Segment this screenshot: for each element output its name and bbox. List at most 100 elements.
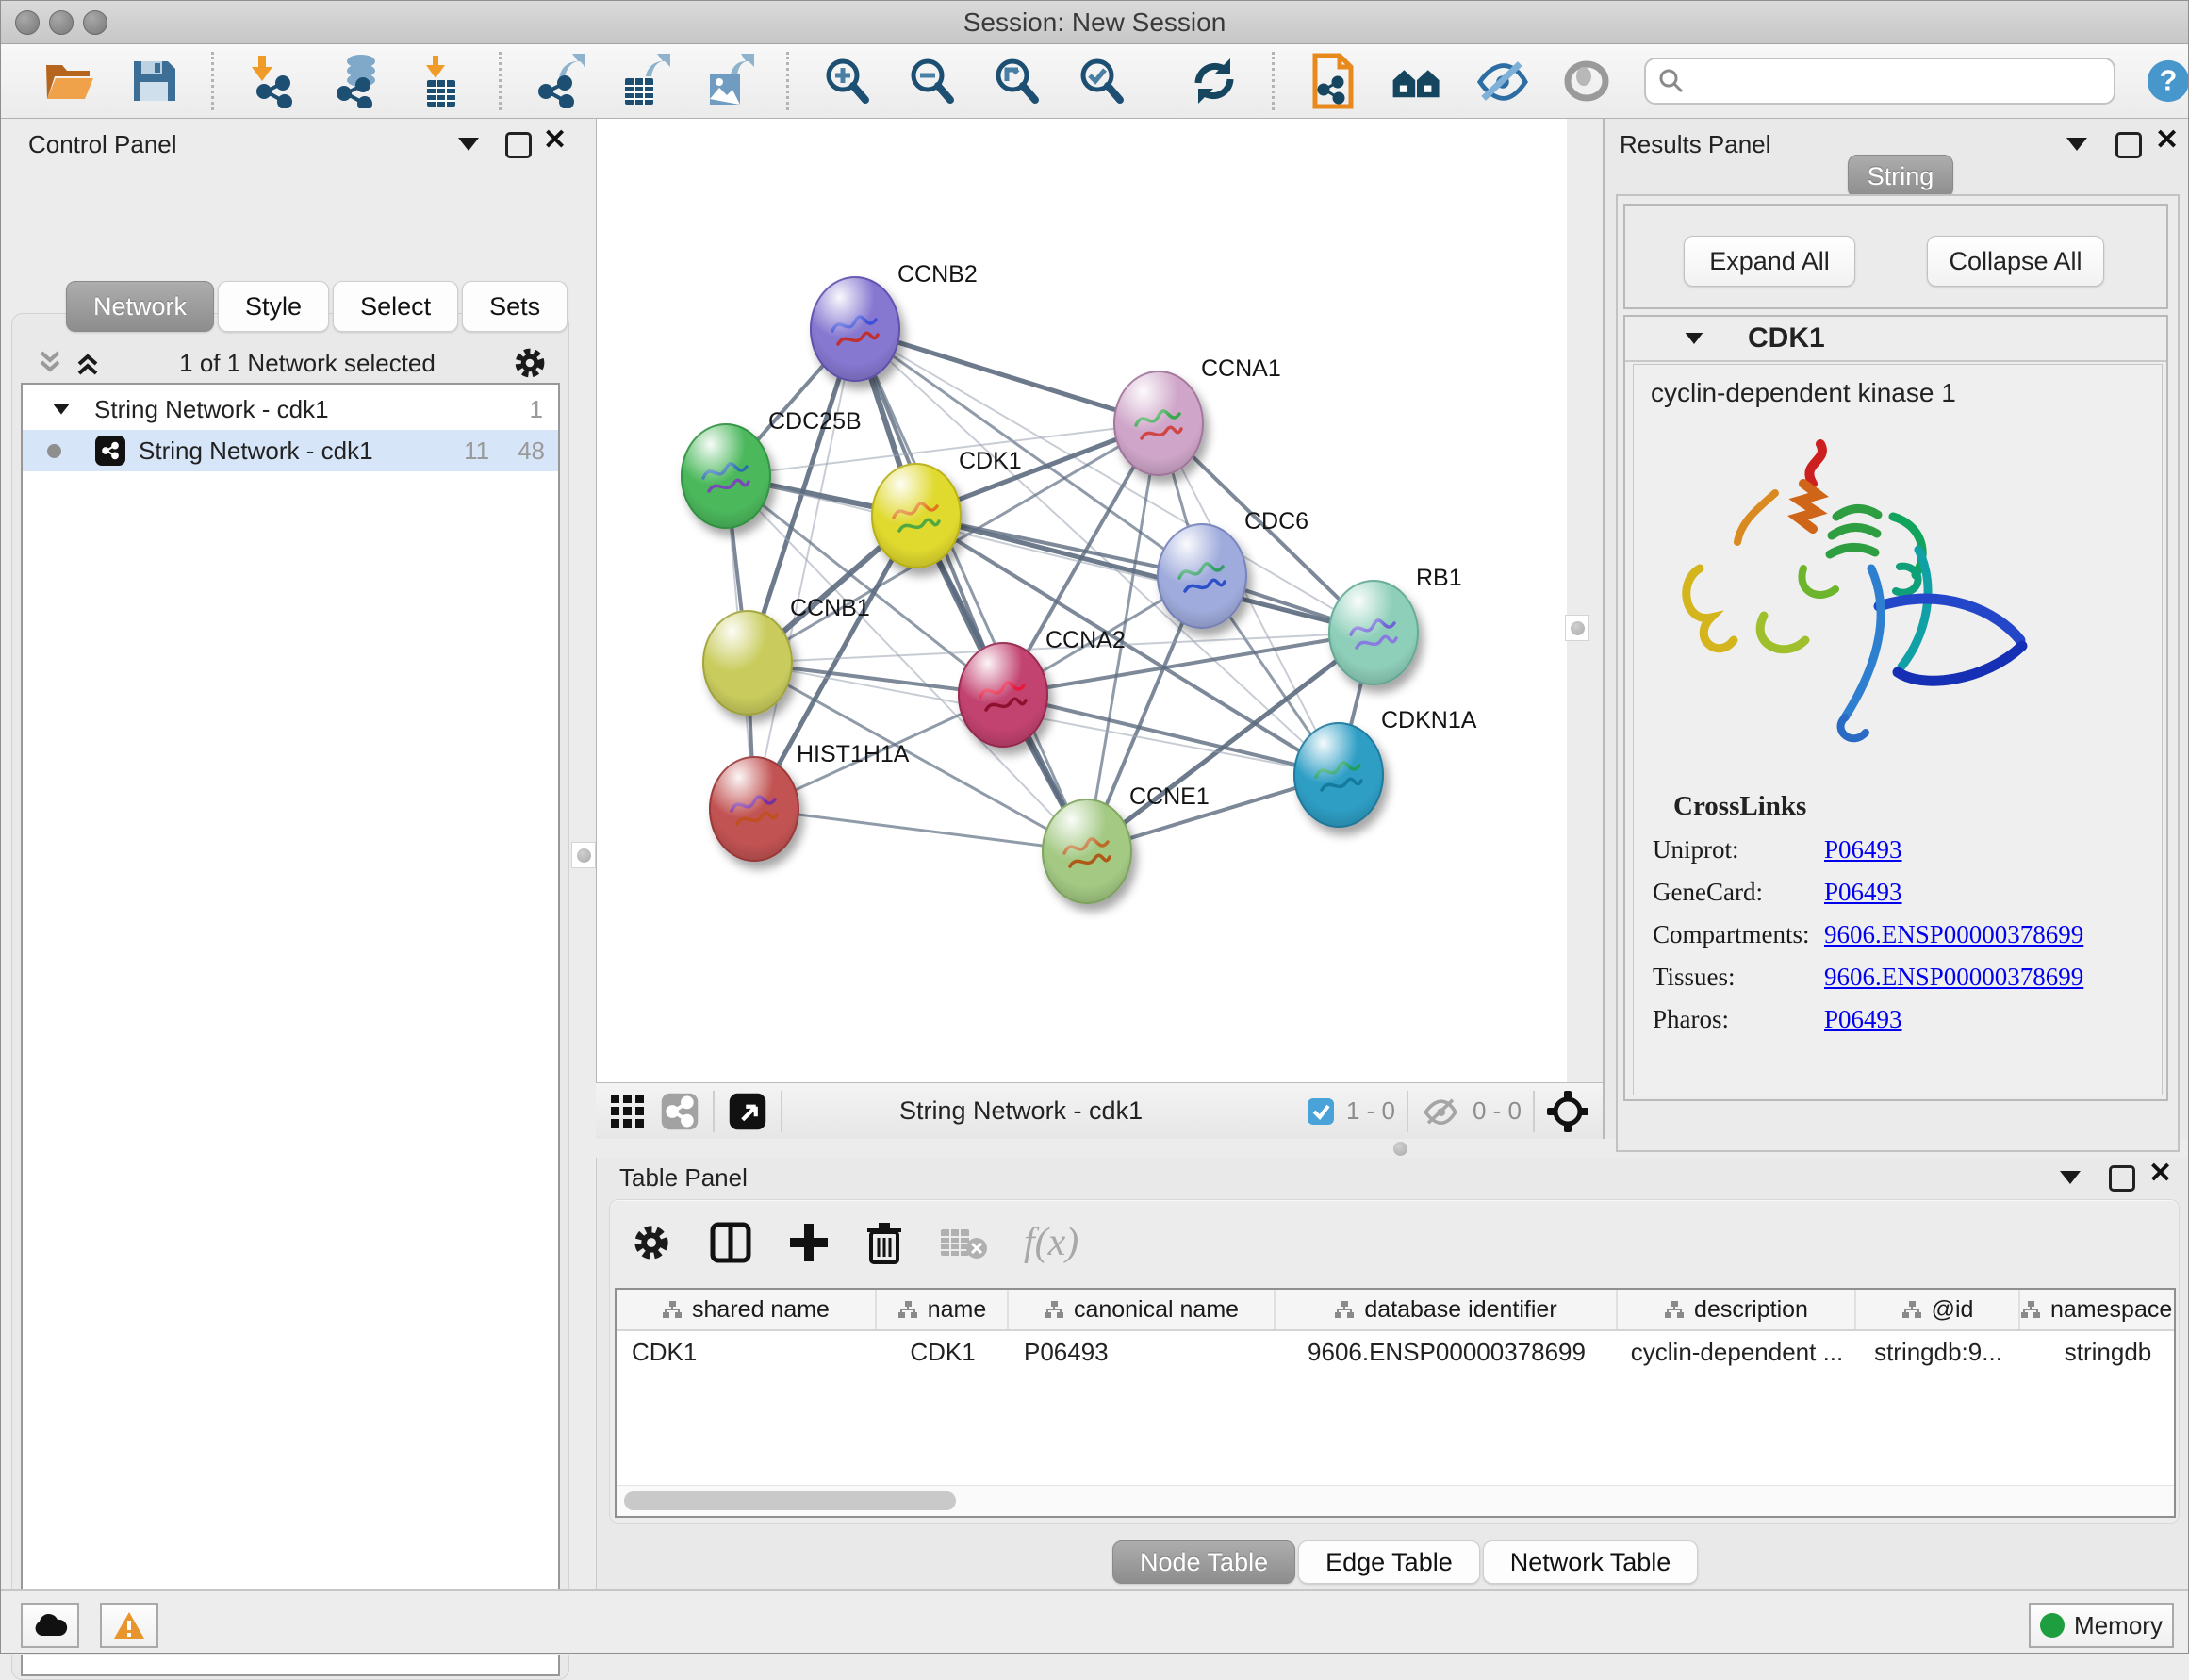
export-table-button[interactable] [617,53,671,109]
table-row[interactable]: CDK1CDK1P064939606.ENSP00000378699cyclin… [617,1331,2174,1373]
cdk1-collapse-icon[interactable] [1686,333,1703,344]
network-options-gear-icon[interactable] [511,344,549,382]
show-all-networks-button[interactable] [1390,53,1444,109]
collapse-all-chevron-icon[interactable] [34,349,66,377]
network-collection-row[interactable]: String Network - cdk1 1 [23,388,558,430]
control-panel-menu-icon[interactable] [458,138,479,151]
import-network-file-button[interactable] [244,53,299,109]
hidden-eye-icon[interactable] [1420,1095,1461,1128]
table-panel-float-icon[interactable] [2109,1165,2135,1192]
selected-checkbox-icon[interactable] [1307,1097,1335,1126]
import-table-file-button[interactable] [414,53,469,109]
table-cell[interactable]: CDK1 [617,1338,877,1367]
crosslink-link[interactable]: 9606.ENSP00000378699 [1824,920,2083,949]
apply-layout-button[interactable] [1187,53,1242,109]
collection-expand-icon[interactable] [53,404,70,414]
crosslink-link[interactable]: P06493 [1824,835,1902,865]
results-panel-menu-icon[interactable] [2066,138,2087,151]
string-app-button[interactable] [1305,53,1359,109]
node-HIST1H1A[interactable]: HIST1H1A [709,741,910,862]
column-header-description[interactable]: description [1618,1290,1856,1329]
edge-CCNB2-CCNA1[interactable] [855,329,1159,423]
help-button[interactable]: ? [2146,53,2189,109]
zoom-selected-button[interactable] [1074,53,1128,109]
left-splitter-handle[interactable] [571,842,596,868]
tab-edge-table[interactable]: Edge Table [1298,1540,1480,1584]
highlight-button[interactable] [1559,53,1614,109]
birdseye-view-icon[interactable] [728,1092,767,1131]
expand-all-chevron-icon[interactable] [72,349,104,377]
table-hscrollbar[interactable] [617,1485,2174,1516]
node-CCNB1[interactable]: CCNB1 [702,595,870,716]
node-CDKN1A[interactable]: CDKN1A [1293,707,1477,828]
delete-column-icon[interactable] [865,1221,903,1264]
tab-sets[interactable]: Sets [462,281,568,332]
import-network-database-button[interactable] [329,53,384,109]
column-header-name[interactable]: name [877,1290,1009,1329]
edge-HIST1H1A-CCNE1[interactable] [754,809,1087,851]
cloud-button[interactable] [21,1603,79,1648]
results-panel-float-icon[interactable] [2115,132,2142,158]
view-toolbar-separator [1533,1091,1535,1132]
memory-button[interactable]: Memory [2029,1603,2174,1648]
control-panel-close-icon[interactable]: ✕ [543,130,567,151]
tab-select[interactable]: Select [333,281,458,332]
add-column-icon[interactable] [788,1222,830,1263]
zoom-fit-button[interactable] [989,53,1044,109]
zoom-out-button[interactable] [904,53,959,109]
edge-CCNB2-CCNE1[interactable] [855,329,1087,851]
tab-node-table[interactable]: Node Table [1112,1540,1295,1584]
node-CCNE1[interactable]: CCNE1 [1042,783,1210,904]
tab-style[interactable]: Style [218,281,329,332]
show-columns-icon[interactable] [709,1221,752,1264]
node-table[interactable]: shared namenamecanonical namedatabase id… [615,1288,2176,1518]
table-cell[interactable]: P06493 [1009,1338,1276,1367]
search-input[interactable] [1686,67,2102,96]
column-header-canonical-name[interactable]: canonical name [1009,1290,1276,1329]
network-row[interactable]: String Network - cdk1 11 48 [23,430,558,471]
table-cell[interactable]: stringdb:9... [1856,1338,2020,1367]
export-network-button[interactable] [532,53,586,109]
tab-network-table[interactable]: Network Table [1483,1540,1699,1584]
crosslink-link[interactable]: 9606.ENSP00000378699 [1824,963,2083,992]
table-cell[interactable]: stringdb [2020,1338,2176,1367]
export-image-button[interactable] [701,53,756,109]
table-panel-close-icon[interactable]: ✕ [2148,1163,2172,1184]
table-panel-menu-icon[interactable] [2060,1171,2081,1184]
table-cell[interactable]: cyclin-dependent ... [1618,1338,1856,1367]
table-cell[interactable]: 9606.ENSP00000378699 [1276,1338,1618,1367]
tab-network[interactable]: Network [66,281,214,332]
edge-CCNB2-HIST1H1A[interactable] [754,329,855,809]
right-splitter-handle[interactable] [1565,615,1589,641]
grid-view-icon[interactable] [609,1093,647,1130]
edge-CCNA2-CDKN1A[interactable] [1003,695,1339,775]
table-options-gear-icon[interactable] [630,1221,673,1264]
node-RB1[interactable]: RB1 [1328,565,1462,685]
crosslink-link[interactable]: P06493 [1824,1005,1902,1034]
column-header-shared-name[interactable]: shared name [617,1290,877,1329]
control-panel-float-icon[interactable] [505,132,532,158]
cdk1-section-header[interactable]: CDK1 [1625,317,2166,362]
column-header--id[interactable]: @id [1856,1290,2020,1329]
node-CDK1[interactable]: CDK1 [871,448,1022,568]
column-header-database-identifier[interactable]: database identifier [1276,1290,1618,1329]
results-panel-close-icon[interactable]: ✕ [2155,130,2179,151]
tab-string[interactable]: String [1848,155,1953,198]
expand-all-button[interactable]: Expand All [1684,236,1855,287]
network-canvas[interactable]: CCNB2CCNA1CDC25BCDK1CDC6RB1CCNB1CCNA2CDK… [596,119,1568,1082]
open-session-button[interactable] [41,53,96,109]
zoom-out-icon [905,55,958,107]
network-view-icon[interactable] [660,1092,699,1131]
column-header-namespace[interactable]: namespace [2020,1290,2176,1329]
warnings-button[interactable] [100,1603,158,1648]
hscrollbar-thumb[interactable] [624,1491,956,1510]
node-CCNA1[interactable]: CCNA1 [1113,355,1281,476]
table-cell[interactable]: CDK1 [877,1338,1009,1367]
save-session-button[interactable] [126,53,181,109]
zoom-in-button[interactable] [819,53,874,109]
collapse-all-button[interactable]: Collapse All [1927,236,2104,287]
crosslink-link[interactable]: P06493 [1824,878,1902,907]
string-network-graph[interactable]: CCNB2CCNA1CDC25BCDK1CDC6RB1CCNB1CCNA2CDK… [597,119,1568,1082]
hide-selected-button[interactable] [1474,53,1529,109]
fit-selected-crosshair-icon[interactable] [1546,1090,1589,1133]
